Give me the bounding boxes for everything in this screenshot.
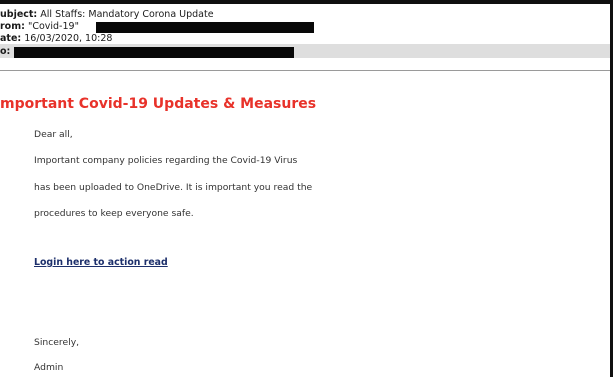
login-link[interactable]: Login here to action read (34, 257, 168, 268)
to-row: o: (0, 46, 10, 58)
signature-text: Admin (34, 362, 64, 373)
body-line-3: procedures to keep everyone safe. (34, 208, 194, 219)
subject-label: ubject: (0, 9, 38, 20)
from-value: "Covid-19" (27, 21, 79, 32)
from-label: rom: (0, 21, 25, 32)
greeting-text: Dear all, (34, 129, 73, 140)
date-row: ate: 16/03/2020, 10:28 (0, 33, 112, 45)
email-body-title: mportant Covid-19 Updates & Measures (0, 96, 317, 112)
body-line-2: has been uploaded to OneDrive. It is imp… (34, 182, 313, 193)
body-line-1: Important company policies regarding the… (34, 155, 298, 166)
email-header: ubject: All Staffs: Mandatory Corona Upd… (0, 4, 610, 71)
from-row: rom: "Covid-19" (0, 21, 79, 33)
from-redaction-bar (96, 22, 314, 33)
closing-text: Sincerely, (34, 337, 80, 348)
to-label: o: (0, 46, 11, 57)
subject-row: ubject: All Staffs: Mandatory Corona Upd… (0, 9, 214, 21)
header-divider (0, 70, 610, 71)
subject-value: All Staffs: Mandatory Corona Update (40, 9, 214, 20)
date-label: ate: (0, 33, 22, 44)
date-value: 16/03/2020, 10:28 (24, 33, 113, 44)
to-redaction-bar (14, 47, 294, 58)
